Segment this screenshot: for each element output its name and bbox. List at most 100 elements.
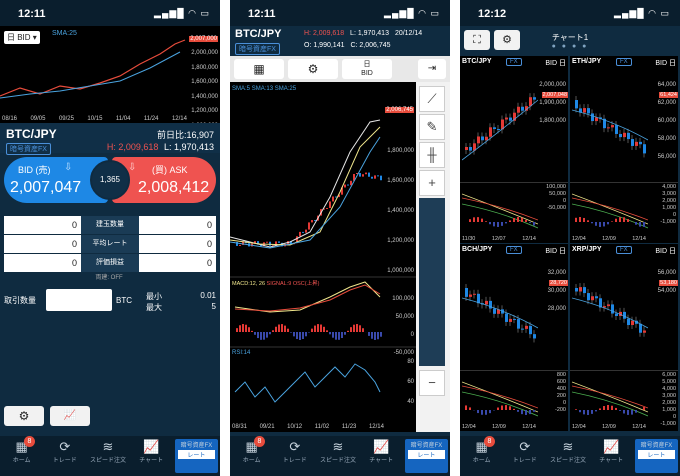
layout-button[interactable]: ▦ (234, 59, 284, 79)
tab-chart[interactable]: 📈 チャート (360, 436, 403, 476)
candle (368, 172, 370, 177)
tab-speed-order[interactable]: ≋ スピード注文 (86, 436, 129, 476)
osc-bar (284, 325, 286, 332)
sma25-legend: SMA:25 (274, 86, 297, 92)
mini-price-line (0, 39, 186, 97)
y-tick: 56,000 (657, 270, 676, 276)
candles (572, 283, 648, 337)
order-buttons: BID (売) ⇩ 2,007,047 ⇩ (買) ASK 2,008,412 … (4, 157, 216, 203)
bid-price: 2,007,047 (10, 179, 82, 196)
trendline-icon: ⟋ (427, 91, 437, 106)
tab-trade[interactable]: ⟳ トレード (43, 436, 86, 476)
main-chart[interactable]: SMA:5 SMA:13 SMA:25 2,006,745 1,800,000 1… (230, 82, 416, 432)
page-dots[interactable]: ● ● ● ● (460, 43, 680, 50)
tab-speed-order[interactable]: ≋ スピード注文 (316, 436, 359, 476)
tab-home[interactable]: ▦ ホーム 8 (460, 436, 503, 476)
tab-home[interactable]: ▦ ホーム 8 (0, 436, 43, 476)
position-label: 建玉数量 (81, 216, 139, 234)
page-title: チャート1 (551, 33, 589, 42)
macd-legend: MACD:12, 26 SIGNAL:9 OSC(上昇) (232, 279, 319, 287)
osc-bar (344, 332, 346, 335)
chart-screen: 12:11 ▂▄▆█ ◠ ▭ BTC/JPY 暗号資産FX H: 2,009,6… (230, 0, 450, 476)
tab-crypto-fx-rate[interactable]: 暗号資産FX レート (174, 439, 219, 473)
macd-tick: 5,000 (662, 379, 676, 385)
x-tick: 09/05 (30, 116, 46, 122)
y-tick: 2,000,000 (191, 50, 218, 56)
bid-label: BID (売) (18, 165, 51, 175)
tab-label: チャート (369, 458, 394, 464)
rsi-tick: 40 (407, 399, 414, 405)
min-label: 最小 (146, 292, 162, 301)
osc-bar (335, 332, 337, 340)
status-bar: 12:11 ▂▄▆█ ◠ ▭ (0, 0, 220, 26)
osc-bar (242, 324, 244, 332)
fx-badge: FX (506, 246, 522, 254)
mini-chart-cell[interactable]: ETH/JPY FX BID 日 61,424 64,000 62,000 60,000 58… (570, 56, 679, 243)
x-tick: 12/07 (491, 236, 506, 242)
candle (380, 175, 382, 181)
zoom-slider[interactable] (419, 198, 445, 366)
mini-chart[interactable]: 日 BID ▾ SMA:25 2,007,000 2,000,000 1,800,… (0, 26, 220, 129)
macd-tick: 6,000 (662, 372, 676, 378)
position-row: 0 平均レート 0 (4, 235, 216, 253)
x-tick: 12/09 (602, 236, 616, 242)
tab-chart[interactable]: 📈 チャート (130, 436, 173, 476)
period-bid-button[interactable]: 日 BID (342, 59, 392, 79)
tab-crypto-fx-rate[interactable]: 暗号資産FX レート (634, 439, 679, 473)
osc-bar (251, 330, 253, 332)
macd-panel (462, 381, 538, 417)
play-end-icon: ⇥ (427, 63, 437, 74)
position-row: 0 評価損益 0 (4, 254, 216, 272)
zoom-in-button[interactable]: + (419, 170, 445, 196)
osc-bar (350, 327, 352, 332)
sma5-legend: SMA:5 (232, 86, 251, 92)
clock: 12:11 (18, 8, 46, 20)
y-axis-ticks: 32,000 30,000 28,000 (548, 264, 566, 318)
pair-name: BCH/JPY (462, 246, 493, 253)
sell-position-value: 0 (4, 254, 81, 272)
osc-bar (263, 332, 265, 340)
tab-crypto-fx-rate[interactable]: 暗号資産FX レート (404, 439, 449, 473)
tab-label: ホーム (12, 458, 31, 464)
clock: 12:12 (478, 8, 507, 20)
mini-chart-cell[interactable]: BCH/JPY FX BID 日 28,720 32,000 30,000 28,000 80… (460, 244, 569, 431)
tab-trade[interactable]: ⟳ トレード (273, 436, 316, 476)
settings-button[interactable]: ⚙ (288, 59, 338, 79)
mini-chart-cell[interactable]: BTC/JPY FX BID 日 2,007,048 2,000,000 1,900,00… (460, 56, 569, 243)
macd-tick: -1,000 (660, 219, 676, 225)
date-value: 20/12/14 (394, 30, 423, 37)
expand-button[interactable]: ⇥ (418, 59, 446, 79)
x-tick: 10/12 (287, 424, 303, 430)
y-tick: 1,600,000 (387, 178, 414, 184)
candle (344, 184, 346, 188)
x-tick: 12/14 (632, 424, 646, 430)
y-tick: 1,800,000 (387, 148, 414, 154)
tab-chart[interactable]: 📈 チャート (590, 436, 633, 476)
candles (572, 96, 648, 158)
macd-tick: 600 (556, 379, 566, 385)
x-axis-ticks: 12/04 12/09 12/14 (572, 424, 646, 430)
mini-chart-cell[interactable]: XRP/JPY FX BID 日 53,180 56,000 54,000 6,000 5,0… (570, 244, 679, 431)
y-axis-ticks: 2,000,000 1,800,000 1,600,000 1,400,000 1,20… (184, 46, 218, 133)
y-axis-ticks: 1,800,000 1,600,000 1,400,000 1,200,000 1,00… (387, 136, 414, 286)
candle-tool[interactable]: ╫ (419, 142, 445, 168)
tab-speed-order[interactable]: ≋ スピード注文 (546, 436, 589, 476)
zoom-out-button[interactable]: − (419, 370, 445, 396)
pen-tool[interactable]: ✎ (419, 114, 445, 140)
osc-legend-label: OSC(上昇) (292, 281, 320, 287)
x-tick: 12/04 (462, 424, 476, 430)
x-tick: 12/04 (572, 236, 586, 242)
side-label: BID (361, 70, 373, 77)
tab-trade[interactable]: ⟳ トレード (503, 436, 546, 476)
period-select[interactable]: 日 BID ▾ (4, 31, 40, 44)
osc-bar (275, 326, 277, 332)
tab-home[interactable]: ▦ ホーム 8 (230, 436, 273, 476)
osc-bar (257, 332, 259, 339)
macd-tick: 2,000 (662, 198, 676, 204)
y-tick: 2,000,000 (539, 82, 566, 88)
qty-input[interactable] (46, 289, 112, 311)
y-tick: 1,400,000 (387, 208, 414, 214)
trendline-tool[interactable]: ⟋ (419, 86, 445, 112)
chart-button[interactable]: 📈 (50, 406, 90, 426)
settings-button[interactable]: ⚙ (4, 406, 44, 426)
